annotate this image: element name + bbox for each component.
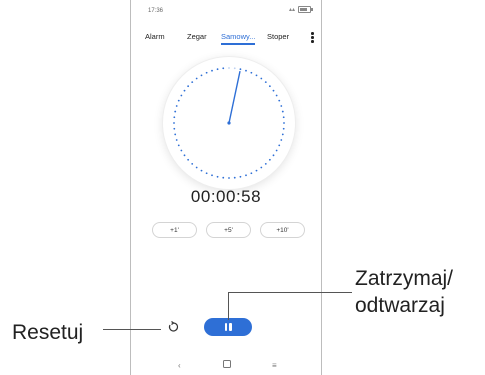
dial-tick: [260, 166, 263, 169]
system-nav-bar: ‹ ≡: [131, 355, 321, 375]
dial-tick: [195, 166, 198, 169]
dial-hand: [228, 71, 241, 124]
dial-tick: [283, 122, 285, 124]
dial-tick: [183, 89, 186, 92]
dial-tick: [245, 69, 247, 72]
dial-tick: [187, 158, 190, 161]
dial-tick: [200, 74, 203, 77]
tab-clock[interactable]: Zegar: [187, 32, 207, 41]
dial-tick: [275, 149, 278, 152]
dial-tick: [275, 94, 278, 97]
dial-tick: [205, 71, 208, 74]
dial-tick: [281, 133, 284, 136]
reset-annotation: Resetuj: [12, 321, 84, 344]
pause-annotation-line1: Zatrzymaj/: [355, 267, 454, 290]
dial-tick: [173, 122, 175, 124]
dial-tick: [228, 177, 230, 179]
dial-tick: [264, 81, 267, 84]
tab-bar: Alarm Zegar Samowy... Stoper: [131, 30, 321, 46]
dial-tick: [278, 144, 281, 147]
tab-timer[interactable]: Samowy...: [221, 32, 255, 41]
dial-tick: [180, 94, 183, 97]
status-icons: ▴▴: [288, 6, 313, 13]
dial-tick: [268, 158, 271, 161]
dial-tick: [211, 174, 213, 177]
pause-play-button[interactable]: [204, 318, 252, 336]
dial-tick: [175, 139, 178, 141]
timer-dial-graphic: [173, 67, 285, 179]
dial-tick: [281, 110, 284, 113]
dial-tick: [260, 77, 263, 80]
status-bar: 17:36 ▴▴: [131, 0, 321, 20]
timer-dial: [163, 57, 295, 189]
dial-tick: [278, 99, 281, 102]
dial-tick: [280, 139, 283, 141]
phone-screen: 17:36 ▴▴ Alarm Zegar Samowy... Stoper 00…: [130, 0, 322, 375]
dial-tick: [173, 127, 176, 130]
dial-tick: [211, 69, 213, 72]
recents-icon[interactable]: ≡: [272, 361, 277, 370]
dial-tick: [180, 149, 183, 152]
dial-tick: [282, 116, 285, 119]
dial-tick: [191, 162, 194, 165]
dial-tick: [222, 176, 225, 179]
dial-tick: [272, 154, 275, 157]
dial-tick: [268, 85, 271, 88]
dial-tick: [245, 174, 247, 177]
dial-tick: [187, 85, 190, 88]
add-time-buttons: +1' +5' +10': [131, 222, 321, 240]
dial-tick: [177, 99, 180, 102]
dial-tick: [177, 144, 180, 147]
reset-icon: [168, 321, 179, 332]
dial-tick: [250, 172, 253, 175]
dial-tick: [239, 68, 242, 71]
reset-callout-line: [103, 329, 161, 330]
add-10-minutes-button[interactable]: +10': [260, 222, 305, 238]
dial-tick: [174, 133, 177, 136]
dial-tick: [255, 169, 258, 172]
more-options-icon[interactable]: [311, 32, 314, 43]
dial-tick: [228, 67, 230, 69]
timer-display: 00:00:58: [190, 187, 262, 206]
dial-tick: [191, 81, 194, 84]
pause-callout-line-h: [228, 292, 352, 293]
add-5-minutes-button[interactable]: +5': [206, 222, 251, 238]
dial-tick: [264, 162, 267, 165]
dial-tick: [250, 71, 253, 74]
dial-tick: [173, 116, 176, 119]
dial-tick: [205, 172, 208, 175]
tab-stopwatch[interactable]: Stoper: [267, 32, 289, 41]
dial-tick: [222, 67, 225, 70]
add-1-minute-button[interactable]: +1': [152, 222, 197, 238]
dial-tick: [280, 105, 283, 107]
dial-tick: [175, 105, 178, 107]
dial-tick: [200, 169, 203, 172]
reset-button[interactable]: [166, 320, 180, 334]
pause-annotation-line2: odtwarzaj: [355, 294, 445, 317]
signal-icon: ▴▴: [288, 7, 295, 13]
dial-tick: [174, 110, 177, 113]
tab-alarm[interactable]: Alarm: [145, 32, 165, 41]
dial-tick: [195, 77, 198, 80]
active-tab-indicator: [221, 43, 255, 45]
back-chevron-icon[interactable]: ‹: [178, 361, 181, 370]
dial-tick: [216, 68, 219, 71]
pause-callout-line-v: [228, 292, 229, 320]
home-icon[interactable]: [223, 360, 231, 370]
battery-icon: [298, 6, 313, 13]
dial-tick: [183, 154, 186, 157]
dial-tick: [233, 67, 236, 70]
dial-tick: [255, 74, 258, 77]
status-time: 17:36: [148, 8, 164, 14]
pause-icon: [224, 323, 227, 331]
dial-center: [227, 121, 231, 125]
dial-tick: [216, 175, 219, 178]
dial-tick: [233, 176, 236, 179]
dial-tick: [272, 89, 275, 92]
dial-tick: [239, 175, 242, 178]
dial-tick: [282, 127, 285, 130]
